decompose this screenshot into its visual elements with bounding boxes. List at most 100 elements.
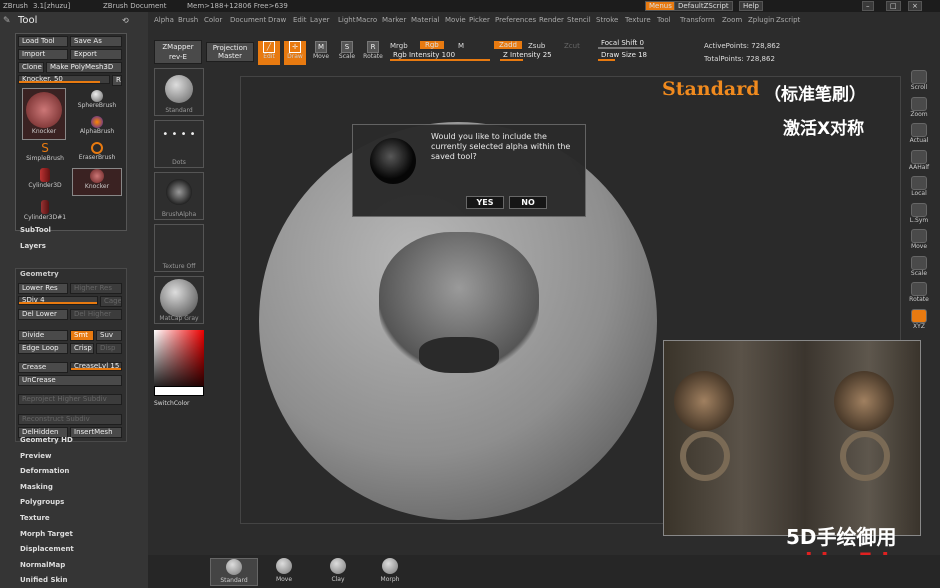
menu-picker[interactable]: Picker	[469, 16, 490, 24]
edge-loop-button[interactable]: Edge Loop	[18, 343, 68, 354]
scroll-button[interactable]: Scroll	[907, 70, 931, 94]
rotate-button[interactable]: Rotate	[907, 282, 931, 306]
dots-stroke-icon[interactable]: • • • • Dots	[154, 120, 204, 168]
smt-toggle[interactable]: Smt	[70, 330, 94, 341]
draw-size-slider[interactable]: Draw Size 18	[598, 52, 690, 61]
menu-texture[interactable]: Texture	[20, 514, 50, 522]
tool-thumb-simplebrush[interactable]: S SimpleBrush	[20, 142, 70, 168]
scale-button[interactable]: S Scale	[336, 41, 358, 65]
subtool-menu[interactable]: SubTool	[20, 226, 51, 234]
knocker-slider[interactable]: Knocker. 50	[18, 75, 110, 84]
bottom-morph-brush[interactable]: Morph	[366, 558, 414, 586]
minimize-icon[interactable]: –	[862, 1, 874, 11]
default-zscript-button[interactable]: DefaultZScript	[674, 1, 733, 11]
menu-zscript[interactable]: Zscript	[776, 16, 800, 24]
aahalf-button[interactable]: AAHalf	[907, 149, 931, 174]
suv-toggle[interactable]: Suv	[96, 330, 122, 341]
lower-res-button[interactable]: Lower Res	[18, 283, 68, 294]
zsub-toggle[interactable]: Zsub	[528, 42, 545, 50]
yes-button[interactable]: YES	[466, 196, 504, 209]
matcap-gray-icon[interactable]: MatCap Gray	[154, 276, 204, 324]
zoom-button[interactable]: Zoom	[907, 96, 931, 121]
menu-color[interactable]: Color	[204, 16, 222, 24]
menu-zoom[interactable]: Zoom	[722, 16, 742, 24]
sdiv-slider[interactable]: SDiv 4	[18, 296, 98, 305]
help-button[interactable]: Help	[739, 1, 763, 11]
tool-thumb-spherebrush[interactable]: SphereBrush	[74, 90, 120, 116]
local-button[interactable]: Local	[907, 176, 931, 200]
crease-level-slider[interactable]: CreaseLvl 15	[70, 362, 122, 371]
export-button[interactable]: Export	[70, 49, 122, 60]
bottom-clay-brush[interactable]: Clay	[314, 558, 362, 586]
draw-button[interactable]: ✛ Draw	[284, 41, 306, 65]
disp-toggle[interactable]: Disp	[96, 343, 122, 354]
bottom-move-brush[interactable]: Move	[260, 558, 308, 586]
geometry-title[interactable]: Geometry	[20, 270, 59, 278]
menus-button[interactable]: Menus	[645, 1, 676, 11]
menu-layer[interactable]: Layer	[310, 16, 330, 24]
standard-brush-icon[interactable]: Standard	[154, 68, 204, 116]
tool-thumb-cylinder3d-1[interactable]: Cylinder3D#1	[20, 200, 70, 228]
m-toggle[interactable]: M	[458, 42, 464, 50]
zcut-toggle[interactable]: Zcut	[564, 42, 580, 50]
texture-off-icon[interactable]: Texture Off	[154, 224, 204, 272]
maximize-icon[interactable]: □	[886, 1, 901, 11]
secondary-color-swatch[interactable]	[154, 386, 204, 396]
menu-stencil[interactable]: Stencil	[567, 16, 591, 24]
tool-thumb-knocker[interactable]: Knocker	[22, 88, 66, 140]
import-button[interactable]: Import	[18, 49, 68, 60]
brush-alpha-icon[interactable]: BrushAlpha	[154, 172, 204, 220]
menu-edit[interactable]: Edit	[293, 16, 307, 24]
menu-geometry-hd[interactable]: Geometry HD	[20, 436, 73, 444]
bottom-standard-brush[interactable]: Standard	[210, 558, 258, 586]
menu-deformation[interactable]: Deformation	[20, 467, 69, 475]
insert-mesh-button[interactable]: InsertMesh	[70, 427, 122, 438]
higher-res-button[interactable]: Higher Res	[70, 283, 122, 294]
save-as-button[interactable]: Save As	[70, 36, 122, 47]
divide-button[interactable]: Divide	[18, 330, 68, 341]
layers-menu[interactable]: Layers	[20, 242, 46, 250]
move-button[interactable]: Move	[907, 229, 931, 253]
no-button[interactable]: NO	[509, 196, 547, 209]
load-tool-button[interactable]: Load Tool	[18, 36, 68, 47]
menu-normalmap[interactable]: NormalMap	[20, 561, 65, 569]
menu-unified-skin[interactable]: Unified Skin	[20, 576, 68, 584]
close-icon[interactable]: ×	[908, 1, 922, 11]
rgb-intensity-slider[interactable]: Rgb Intensity 100	[390, 52, 490, 61]
rotate-button[interactable]: R Rotate	[362, 41, 384, 65]
clone-button[interactable]: Clone	[18, 62, 44, 73]
del-higher-button[interactable]: Del Higher	[70, 309, 122, 320]
r-button[interactable]: R	[112, 75, 122, 86]
tool-thumb-alphabrush[interactable]: AlphaBrush	[74, 116, 120, 142]
menu-zplugin[interactable]: Zplugin	[748, 16, 774, 24]
switch-color-button[interactable]: SwitchColor	[154, 400, 190, 407]
rgb-toggle[interactable]: Rgb	[420, 41, 444, 49]
z-intensity-slider[interactable]: Z Intensity 25	[500, 52, 590, 61]
actual-button[interactable]: Actual	[907, 123, 931, 147]
menu-draw[interactable]: Draw	[268, 16, 286, 24]
uncrease-button[interactable]: UnCrease	[18, 375, 122, 386]
menu-movie[interactable]: Movie	[445, 16, 466, 24]
menu-displacement[interactable]: Displacement	[20, 545, 74, 553]
menu-document[interactable]: Document	[230, 16, 266, 24]
menu-preferences[interactable]: Preferences	[495, 16, 536, 24]
make-polymesh-button[interactable]: Make PolyMesh3D	[46, 62, 122, 73]
zadd-toggle[interactable]: Zadd	[494, 41, 522, 49]
crisp-toggle[interactable]: Crisp	[70, 343, 94, 354]
menu-light[interactable]: Light	[338, 16, 355, 24]
tool-thumb-knocker-2[interactable]: Knocker	[72, 168, 122, 196]
lsym-button[interactable]: L.Sym	[907, 202, 931, 227]
menu-marker[interactable]: Marker	[382, 16, 406, 24]
menu-macro[interactable]: Macro	[356, 16, 377, 24]
menu-brush[interactable]: Brush	[178, 16, 198, 24]
menu-stroke[interactable]: Stroke	[596, 16, 618, 24]
menu-render[interactable]: Render	[539, 16, 564, 24]
edit-button[interactable]: ╱ Edit	[258, 41, 280, 65]
menu-morph-target[interactable]: Morph Target	[20, 530, 73, 538]
scale-button[interactable]: Scale	[907, 255, 931, 280]
pin-icon[interactable]: ⟲	[122, 16, 129, 25]
menu-polygroups[interactable]: Polygroups	[20, 498, 64, 506]
reproject-button[interactable]: Reproject Higher Subdiv	[18, 394, 122, 405]
menu-preview[interactable]: Preview	[20, 452, 52, 460]
reconstruct-button[interactable]: Reconstruct Subdiv	[18, 414, 122, 425]
